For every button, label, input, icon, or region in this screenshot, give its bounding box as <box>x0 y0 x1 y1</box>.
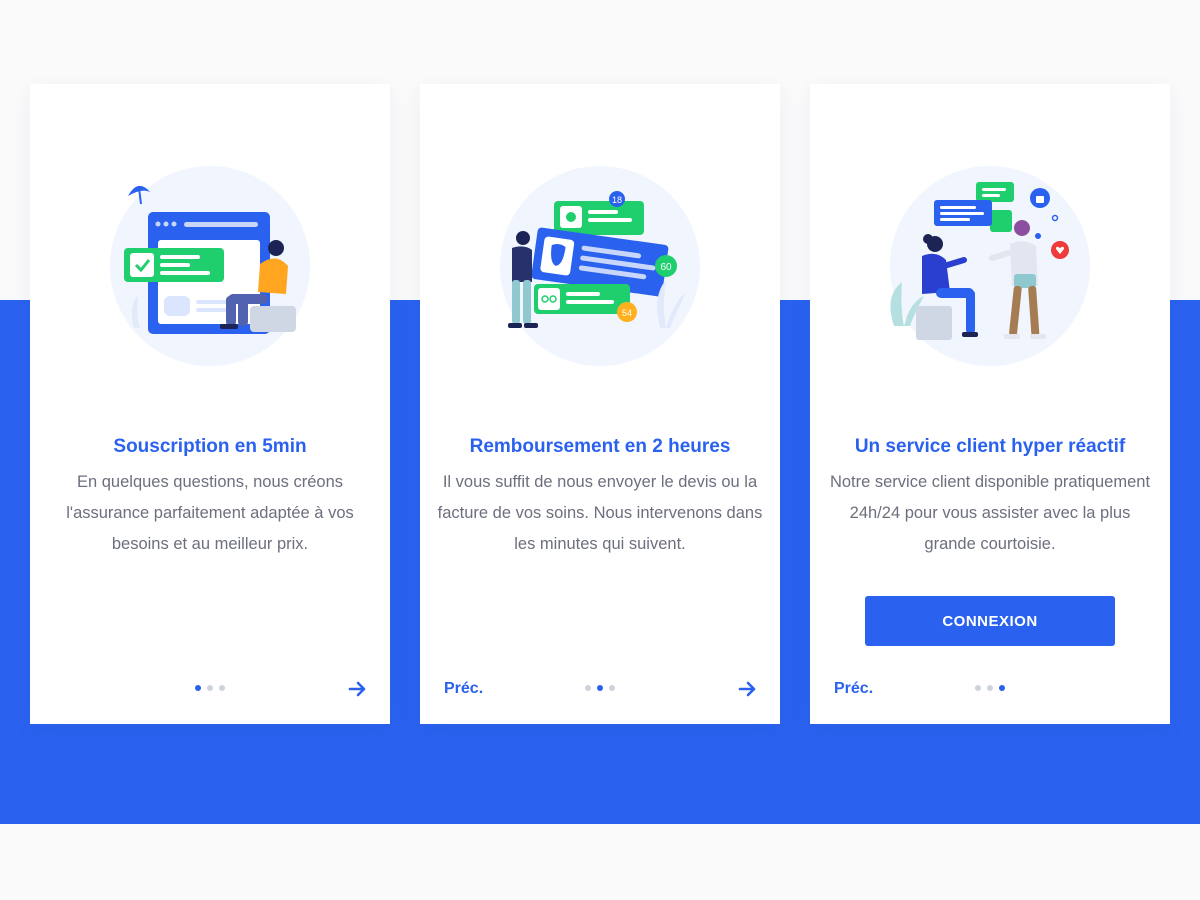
prev-button[interactable]: Préc. <box>444 678 483 700</box>
pagination-dots <box>195 685 231 693</box>
onboarding-card-3: Un service client hyper réactif Notre se… <box>810 84 1170 724</box>
card-description: En quelques questions, nous créons l'ass… <box>66 473 354 553</box>
pagination-dot <box>975 685 981 691</box>
customer-service-illustration <box>890 166 1090 366</box>
pagination-dot <box>219 685 225 691</box>
pagination-dot-active <box>999 685 1005 691</box>
pagination-dots <box>975 685 1011 693</box>
card-description: Il vous suffit de nous envoyer le devis … <box>437 473 763 553</box>
badge-18: 18 <box>612 195 622 205</box>
pagination-dot <box>207 685 213 691</box>
pagination-dot-active <box>195 685 201 691</box>
login-button[interactable]: CONNEXION <box>865 596 1115 646</box>
bottom-strip <box>0 824 1200 900</box>
form-signup-illustration <box>110 166 310 366</box>
badge-54: 54 <box>622 308 632 318</box>
onboarding-card-1: Souscription en 5min En quelques questio… <box>30 84 390 724</box>
pagination-dot <box>609 685 615 691</box>
arrow-right-icon[interactable] <box>348 679 368 699</box>
prev-button[interactable]: Préc. <box>834 678 873 700</box>
pagination-dots <box>585 685 621 693</box>
badge-60: 60 <box>660 262 672 273</box>
card-title: Remboursement en 2 heures <box>469 436 731 457</box>
pagination-dot <box>987 685 993 691</box>
card-title: Un service client hyper réactif <box>854 436 1126 457</box>
pagination-dot <box>585 685 591 691</box>
card-title: Souscription en 5min <box>113 436 307 457</box>
arrow-right-icon[interactable] <box>738 679 758 699</box>
pagination-dot-active <box>597 685 603 691</box>
onboarding-card-2: 18 60 54 Remboursement en 2 heures Il vo… <box>420 84 780 724</box>
card-description: Notre service client disponible pratique… <box>829 473 1151 553</box>
refund-cards-illustration: 18 60 54 <box>500 166 700 366</box>
